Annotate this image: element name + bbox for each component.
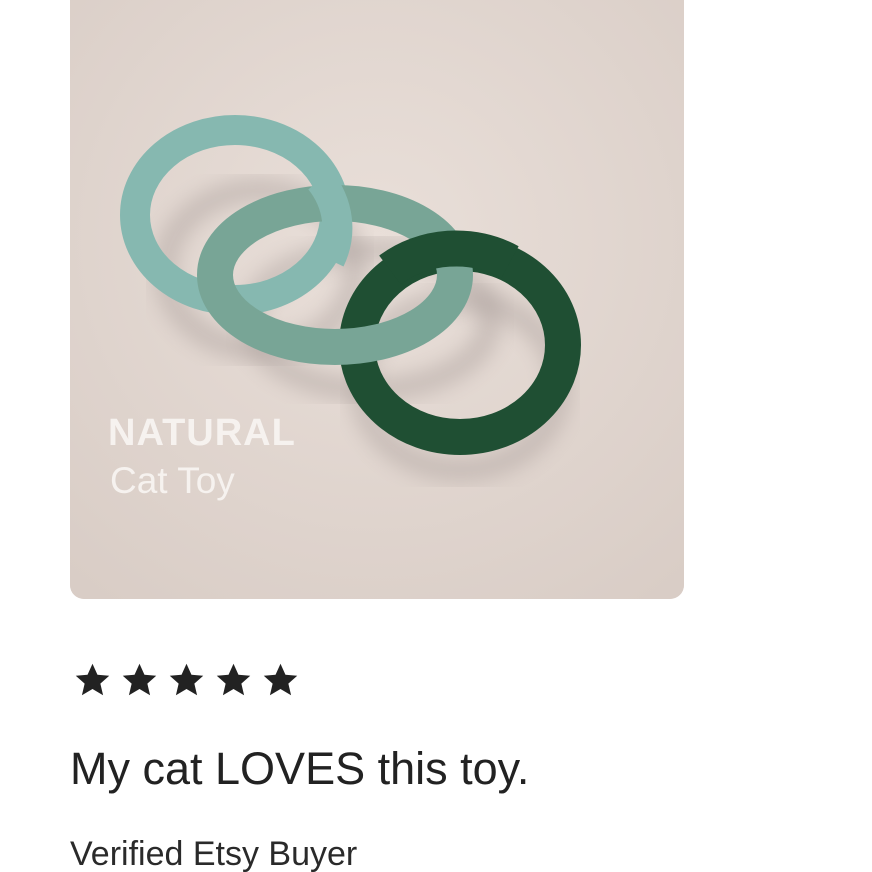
- overlay-title: NATURAL: [108, 412, 296, 454]
- star-icon: [213, 660, 254, 701]
- star-rating: [72, 660, 301, 701]
- star-icon: [72, 660, 113, 701]
- reviewer-name: Verified Etsy Buyer: [70, 835, 358, 872]
- overlay-subtitle: Cat Toy: [110, 460, 235, 501]
- star-icon: [166, 660, 207, 701]
- product-photo[interactable]: NATURAL Cat Toy: [70, 0, 684, 599]
- star-icon: [260, 660, 301, 701]
- review-text: My cat LOVES this toy.: [70, 743, 530, 794]
- star-icon: [119, 660, 160, 701]
- review-card: NATURAL Cat Toy My cat LOVES this toy. V…: [0, 0, 872, 872]
- felt-rings-illustration: [70, 0, 684, 599]
